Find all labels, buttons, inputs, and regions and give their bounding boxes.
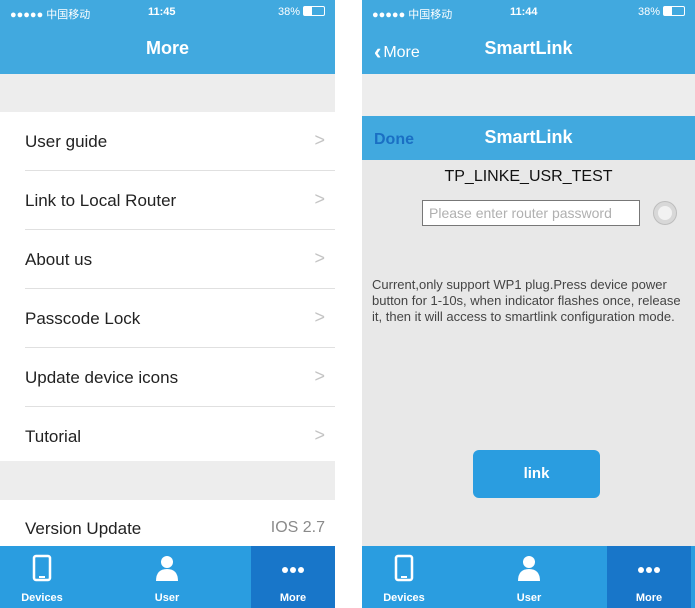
nav-bar: More bbox=[0, 24, 335, 74]
tab-bar: Devices User More bbox=[0, 546, 335, 608]
tab-devices[interactable]: Devices bbox=[362, 546, 446, 608]
tab-label: Devices bbox=[21, 592, 63, 604]
more-screen: ●●●●● 中国移动 11:45 38% More User guide > Li… bbox=[0, 0, 335, 608]
more-dots-icon bbox=[638, 567, 660, 573]
battery-icon bbox=[303, 6, 325, 16]
user-icon bbox=[156, 556, 178, 581]
smartlink-dialog: Done SmartLink TP_LINKE_USR_TEST Current… bbox=[362, 116, 695, 546]
battery-indicator: 38% bbox=[278, 6, 325, 18]
dialog-header: Done SmartLink bbox=[362, 116, 695, 160]
menu-item-tutorial[interactable]: Tutorial > bbox=[25, 407, 335, 465]
status-bar: ●●●●● 中国移动 11:44 38% bbox=[362, 0, 695, 24]
tab-label: User bbox=[516, 592, 542, 604]
wifi-ssid: TP_LINKE_USR_TEST bbox=[444, 168, 613, 185]
section-gap bbox=[362, 74, 695, 116]
version-update-row[interactable]: Version Update IOS 2.7 bbox=[25, 500, 335, 546]
tab-label: Devices bbox=[383, 592, 425, 604]
chevron-right-icon: > bbox=[314, 425, 325, 445]
phone-icon bbox=[394, 554, 414, 582]
tab-user[interactable]: User bbox=[125, 546, 209, 608]
menu-item-label: User guide bbox=[25, 132, 108, 151]
menu-item-passcode-lock[interactable]: Passcode Lock > bbox=[25, 289, 335, 348]
chevron-right-icon: > bbox=[314, 366, 325, 386]
tab-devices[interactable]: Devices bbox=[0, 546, 84, 608]
chevron-right-icon: > bbox=[314, 189, 325, 209]
tab-user[interactable]: User bbox=[487, 546, 571, 608]
battery-percent: 38% bbox=[637, 6, 660, 18]
status-time: 11:44 bbox=[510, 6, 538, 18]
phone-icon bbox=[32, 554, 52, 582]
tab-label: More bbox=[635, 592, 663, 604]
menu-item-label: Tutorial bbox=[25, 427, 82, 446]
menu-item-user-guide[interactable]: User guide > bbox=[25, 112, 335, 171]
chevron-right-icon: > bbox=[314, 130, 325, 150]
battery-icon bbox=[663, 6, 685, 16]
chevron-right-icon: > bbox=[314, 248, 325, 268]
battery-percent: 38% bbox=[277, 6, 300, 18]
menu-item-label: Passcode Lock bbox=[25, 309, 141, 328]
menu-item-update-device-icons[interactable]: Update device icons > bbox=[25, 348, 335, 407]
menu-item-label: Link to Local Router bbox=[25, 191, 177, 210]
nav-bar: ‹ More SmartLink bbox=[362, 24, 695, 74]
router-password-input[interactable] bbox=[422, 200, 640, 226]
tab-bar: Devices User More bbox=[362, 546, 695, 608]
tab-more[interactable]: More bbox=[607, 546, 691, 608]
page-title: More bbox=[145, 38, 189, 58]
menu-item-label: About us bbox=[25, 250, 93, 269]
chevron-right-icon: > bbox=[314, 307, 325, 327]
menu-list: User guide > Link to Local Router > About … bbox=[0, 112, 335, 465]
section-gap bbox=[0, 74, 335, 112]
page-title: SmartLink bbox=[484, 38, 573, 58]
user-icon bbox=[518, 556, 540, 581]
show-password-toggle-icon[interactable] bbox=[653, 201, 677, 225]
status-bar: ●●●●● 中国移动 11:45 38% bbox=[0, 0, 335, 24]
carrier-label: ●●●●● 中国移动 bbox=[372, 9, 453, 21]
version-value: IOS 2.7 bbox=[270, 519, 325, 536]
menu-item-link-to-local-router[interactable]: Link to Local Router > bbox=[25, 171, 335, 230]
link-button[interactable]: link bbox=[473, 450, 600, 498]
menu-item-about-us[interactable]: About us > bbox=[25, 230, 335, 289]
tab-label: User bbox=[154, 592, 180, 604]
carrier-label: ●●●●● 中国移动 bbox=[10, 9, 91, 21]
menu-item-label: Update device icons bbox=[25, 368, 179, 387]
version-update-label: Version Update bbox=[25, 519, 142, 538]
tab-more[interactable]: More bbox=[251, 546, 335, 608]
status-time: 11:45 bbox=[148, 6, 176, 18]
more-dots-icon bbox=[282, 567, 304, 573]
section-gap bbox=[0, 461, 335, 500]
instructions-text: Current,only support WP1 plug.Press devi… bbox=[372, 277, 681, 324]
tab-label: More bbox=[279, 592, 307, 604]
battery-indicator: 38% bbox=[638, 6, 685, 18]
dialog-title: SmartLink bbox=[484, 127, 573, 147]
smartlink-screen: ●●●●● 中国移动 11:44 38% ‹ More SmartLink Don… bbox=[362, 0, 695, 608]
